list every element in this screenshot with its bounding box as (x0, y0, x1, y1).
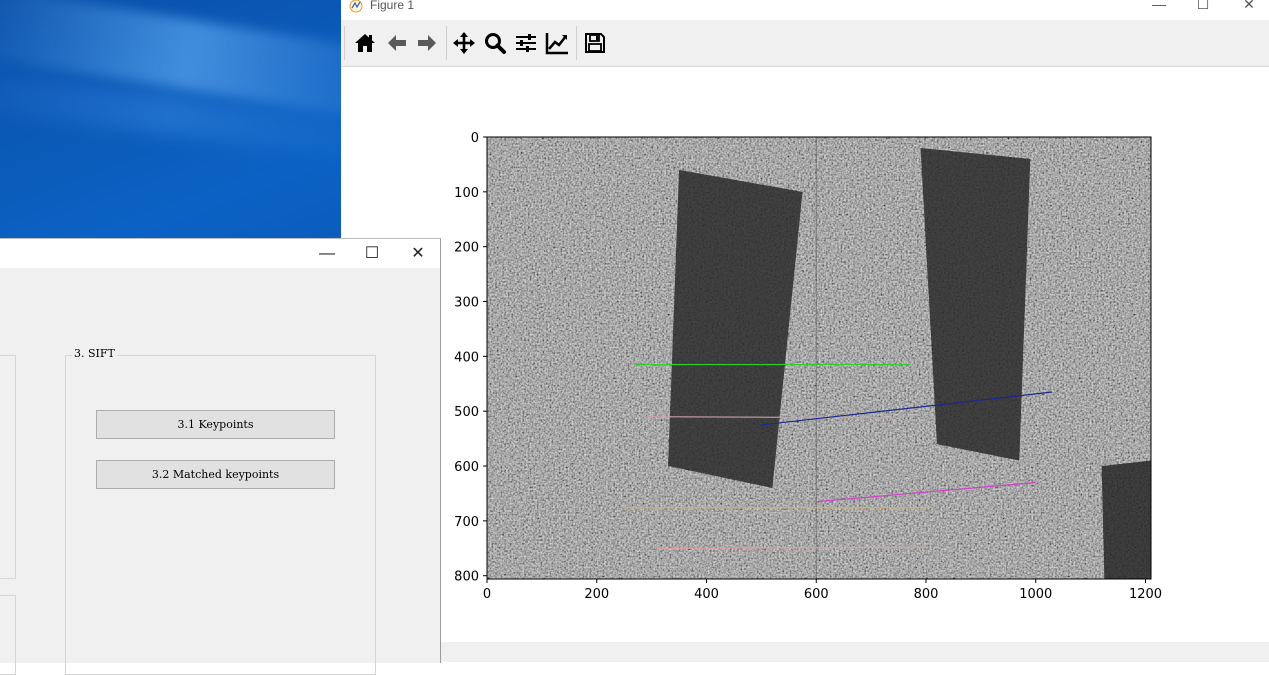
dialog-body: 3. SIFT 3.1 Keypoints 3.2 Matched keypoi… (0, 268, 440, 675)
matplotlib-app-icon (349, 0, 363, 13)
y-tick-label: 400 (454, 350, 479, 365)
sift-groupbox-title: 3. SIFT (72, 347, 117, 360)
configure-subplots-icon[interactable] (514, 31, 538, 55)
x-axis-ticks: 0 200 400 600 800 1000 1200 (483, 579, 1162, 602)
sift-groupbox (65, 355, 376, 675)
plot-axes[interactable]: 0 200 400 600 800 1000 1200 0 100 200 300 400 500 60… (341, 67, 1269, 642)
toolbar-grip[interactable] (344, 26, 345, 60)
y-tick-label: 0 (471, 131, 479, 146)
status-bar (341, 642, 1269, 662)
x-tick-label: 1200 (1129, 587, 1162, 602)
y-tick-label: 600 (454, 460, 479, 475)
maximize-button[interactable]: ☐ (1188, 0, 1218, 14)
matched-keypoints-image (487, 137, 1151, 579)
x-tick-label: 800 (914, 587, 939, 602)
x-tick-label: 200 (584, 587, 609, 602)
previous-groupbox (0, 595, 16, 675)
figure-title: Figure 1 (370, 0, 415, 12)
x-tick-label: 400 (694, 587, 719, 602)
matched-keypoints-button[interactable]: 3.2 Matched keypoints (96, 460, 335, 489)
dialog-titlebar[interactable]: — ☐ ✕ (0, 239, 440, 268)
x-tick-label: 1000 (1019, 587, 1052, 602)
y-tick-label: 700 (454, 515, 479, 530)
save-floppy-icon[interactable] (583, 31, 607, 55)
y-tick-label: 500 (454, 405, 479, 420)
right-tower-shape (920, 147, 1031, 461)
navigation-toolbar (341, 20, 1269, 67)
y-tick-label: 100 (454, 186, 479, 201)
home-icon[interactable] (353, 31, 377, 55)
pan-move-icon[interactable] (452, 31, 476, 55)
figure-window: Figure 1 — ☐ ✕ 0 200 400 600 800 1000 12… (341, 0, 1269, 662)
zoom-magnifier-icon[interactable] (483, 31, 507, 55)
close-button[interactable]: ✕ (398, 242, 438, 266)
y-tick-label: 200 (454, 241, 479, 256)
forward-arrow-icon[interactable] (415, 31, 439, 55)
back-arrow-icon[interactable] (385, 31, 409, 55)
maximize-button[interactable]: ☐ (352, 242, 392, 266)
keypoints-button[interactable]: 3.1 Keypoints (96, 410, 335, 439)
minimize-button[interactable]: — (307, 242, 347, 266)
y-tick-label: 300 (454, 296, 479, 311)
x-tick-label: 600 (804, 587, 829, 602)
image-texture (487, 137, 1151, 579)
minimize-button[interactable]: — (1144, 0, 1174, 14)
edit-axes-curves-icon[interactable] (545, 31, 569, 55)
figure-canvas[interactable]: 0 200 400 600 800 1000 1200 0 100 200 300 400 500 60… (341, 67, 1269, 642)
toolbar-separator (446, 26, 447, 60)
close-button[interactable]: ✕ (1234, 0, 1264, 14)
figure-titlebar[interactable]: Figure 1 — ☐ ✕ (341, 0, 1269, 20)
toolbar-separator (576, 26, 577, 60)
x-tick-label: 0 (483, 587, 491, 602)
main-dialog-window: — ☐ ✕ 3. SIFT 3.1 Keypoints 3.2 Matched … (0, 238, 441, 675)
previous-groupbox (0, 355, 16, 579)
y-tick-label: 800 (454, 570, 479, 585)
y-axis-ticks: 0 100 200 300 400 500 600 700 800 (454, 131, 487, 585)
corner-building-shape (1101, 460, 1151, 579)
